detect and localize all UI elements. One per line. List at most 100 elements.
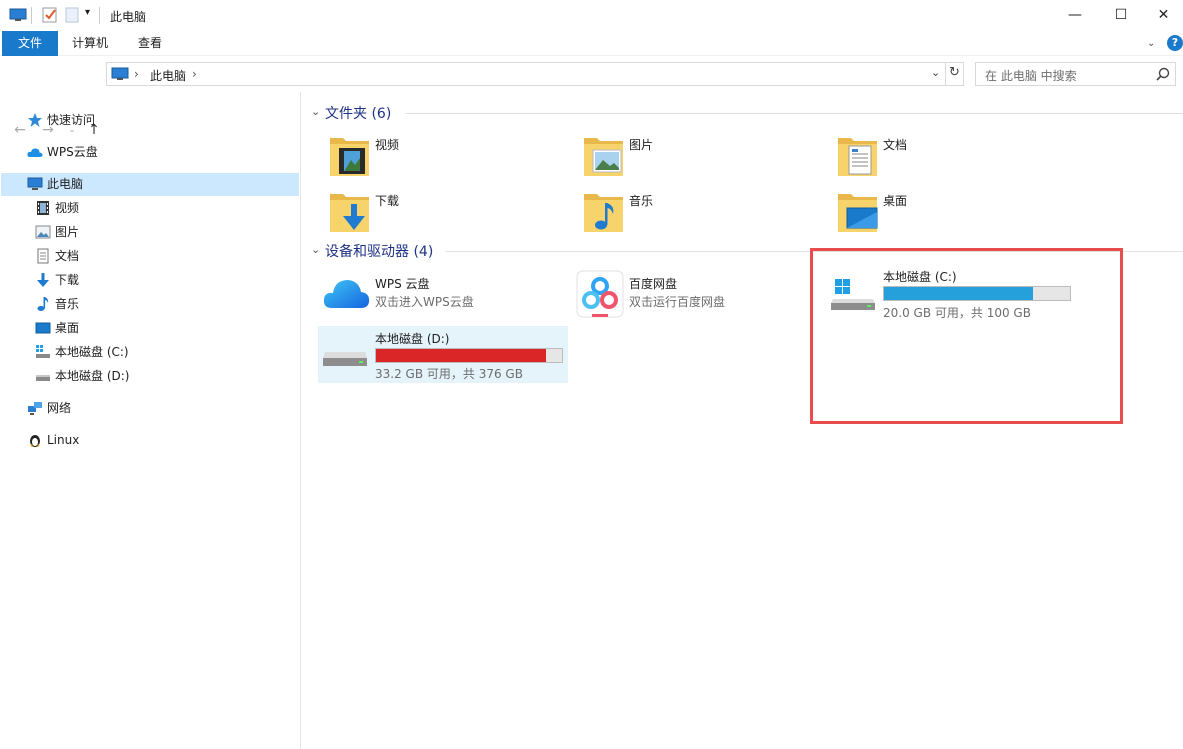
sidebar-item-label: 图片: [55, 225, 80, 239]
sidebar-item-label: 视频: [55, 201, 80, 215]
sidebar-item-label: 快速访问: [47, 113, 96, 127]
tab-view[interactable]: 查看: [122, 31, 178, 56]
sidebar-selection: [1, 173, 299, 196]
device-name: 百度网盘: [629, 277, 678, 291]
group-collapse-icon[interactable]: ⌄: [311, 243, 320, 256]
wps-cloud-icon: [323, 280, 370, 308]
breadcrumb[interactable]: 此电脑: [150, 67, 186, 84]
devices-group-title[interactable]: 设备和驱动器 (4): [325, 241, 433, 261]
new-folder-icon[interactable]: [64, 7, 80, 23]
search-input[interactable]: 在 此电脑 中搜索: [975, 62, 1176, 86]
group-divider: [405, 113, 1183, 114]
folder-label: 下载: [375, 194, 400, 208]
refresh-icon[interactable]: ↻: [949, 65, 960, 80]
picture-folder-icon: [584, 138, 623, 176]
device-subtitle: 双击进入WPS云盘: [375, 295, 474, 309]
computer-icon: [27, 177, 43, 190]
folder-item-documents[interactable]: 文档: [835, 132, 1055, 178]
video-folder-icon: [330, 138, 369, 176]
sidebar-item-label: 网络: [47, 401, 72, 415]
computer-icon: [111, 67, 129, 80]
folder-item-pictures[interactable]: 图片: [581, 132, 801, 178]
help-icon[interactable]: ?: [1167, 35, 1183, 51]
sidebar-item-label: Linux: [47, 433, 80, 447]
window-title: 此电脑: [110, 10, 147, 24]
device-subtitle: 双击运行百度网盘: [629, 295, 726, 309]
sidebar-item-label: WPS云盘: [47, 145, 98, 159]
address-field[interactable]: › 此电脑 › ⌄ ↻: [106, 62, 964, 86]
navigation-bar: ← → ⌄ ↑ › 此电脑 › ⌄ ↻ 在 此电脑 中搜索: [0, 56, 1183, 138]
tab-file[interactable]: 文件: [2, 31, 58, 56]
folder-item-music[interactable]: 音乐: [581, 188, 801, 234]
picture-icon: [35, 225, 51, 239]
minimize-button[interactable]: —: [1052, 0, 1098, 31]
capacity-bar: [375, 348, 563, 363]
network-icon: [28, 402, 42, 415]
capacity-bar: [883, 286, 1071, 301]
sidebar-item-label: 下载: [55, 273, 80, 287]
linux-icon: [30, 435, 40, 447]
device-name: 本地磁盘 (D:): [375, 332, 450, 346]
baidu-netdisk-icon: [576, 270, 624, 318]
computer-icon: [9, 8, 27, 21]
content-pane: ⌄ 文件夹 (6) 视频 图片 文档 下载 音乐 桌面 ⌄ 设备和驱动器 (4)…: [302, 92, 1183, 749]
search-icon[interactable]: [1156, 67, 1170, 81]
folder-label: 音乐: [629, 194, 654, 208]
video-icon: [37, 201, 49, 215]
breadcrumb-separator: ›: [192, 67, 197, 81]
sidebar-item-label: 文档: [55, 249, 80, 263]
folder-item-videos[interactable]: 视频: [327, 132, 547, 178]
download-folder-icon: [330, 194, 369, 232]
chevron-down-icon[interactable]: ▾: [85, 7, 90, 18]
desktop-icon: [35, 322, 51, 334]
device-subtitle: 33.2 GB 可用，共 376 GB: [375, 367, 523, 381]
divider: [31, 7, 32, 24]
drive-icon: [323, 352, 367, 366]
folder-label: 图片: [629, 138, 654, 152]
search-placeholder: 在 此电脑 中搜索: [985, 69, 1077, 83]
folder-label: 文档: [883, 138, 908, 152]
device-name: WPS 云盘: [375, 277, 430, 291]
tab-computer[interactable]: 计算机: [62, 31, 118, 56]
close-button[interactable]: ✕: [1144, 0, 1183, 31]
document-icon: [37, 248, 49, 264]
capacity-bar-fill: [376, 349, 546, 362]
navigation-pane: 快速访问 WPS云盘 此电脑 视频 图片 文档 下载 音乐 桌面 本地磁盘 (C…: [0, 92, 301, 749]
music-folder-icon: [584, 194, 623, 232]
title-bar: ▾ 此电脑 — ☐ ✕: [0, 0, 1183, 31]
device-item-drive-d[interactable]: 本地磁盘 (D:) 33.2 GB 可用，共 376 GB: [318, 326, 568, 383]
group-collapse-icon[interactable]: ⌄: [311, 105, 320, 118]
ribbon-tabs: 文件 计算机 查看 ⌄ ?: [0, 31, 1183, 56]
address-dropdown-icon[interactable]: ⌄: [931, 66, 940, 79]
folder-item-downloads[interactable]: 下载: [327, 188, 547, 234]
sidebar-item-label: 本地磁盘 (D:): [55, 369, 130, 383]
folder-label: 桌面: [883, 194, 908, 208]
sidebar-item-label: 本地磁盘 (C:): [55, 345, 129, 359]
device-item-drive-c[interactable]: 本地磁盘 (C:) 20.0 GB 可用，共 100 GB: [827, 265, 1077, 321]
divider: [99, 7, 100, 24]
divider: [945, 63, 946, 85]
drive-c-icon: [831, 279, 875, 310]
device-name: 本地磁盘 (C:): [883, 270, 957, 284]
device-item-wps-cloud[interactable]: WPS 云盘 双击进入WPS云盘: [319, 270, 569, 320]
sidebar-item-label: 此电脑: [47, 177, 84, 191]
drive-c-icon: [36, 345, 50, 358]
desktop-folder-icon: [838, 194, 878, 232]
properties-icon[interactable]: [42, 7, 58, 23]
sidebar-item-label: 音乐: [55, 297, 80, 311]
capacity-bar-fill: [884, 287, 1033, 300]
device-subtitle: 20.0 GB 可用，共 100 GB: [883, 306, 1031, 320]
drive-icon: [36, 375, 50, 381]
star-icon: [28, 113, 42, 127]
sidebar-item-label: 桌面: [55, 321, 80, 335]
folders-group-title[interactable]: 文件夹 (6): [325, 103, 391, 123]
music-icon: [37, 297, 49, 311]
device-item-baidu-netdisk[interactable]: 百度网盘 双击运行百度网盘: [573, 270, 823, 320]
download-icon: [37, 273, 49, 287]
ribbon-expand-icon[interactable]: ⌄: [1147, 38, 1155, 49]
maximize-button[interactable]: ☐: [1098, 0, 1144, 31]
breadcrumb-separator: ›: [134, 67, 139, 81]
cloud-icon: [27, 148, 43, 157]
document-folder-icon: [838, 138, 877, 176]
folder-item-desktop[interactable]: 桌面: [835, 188, 1055, 234]
